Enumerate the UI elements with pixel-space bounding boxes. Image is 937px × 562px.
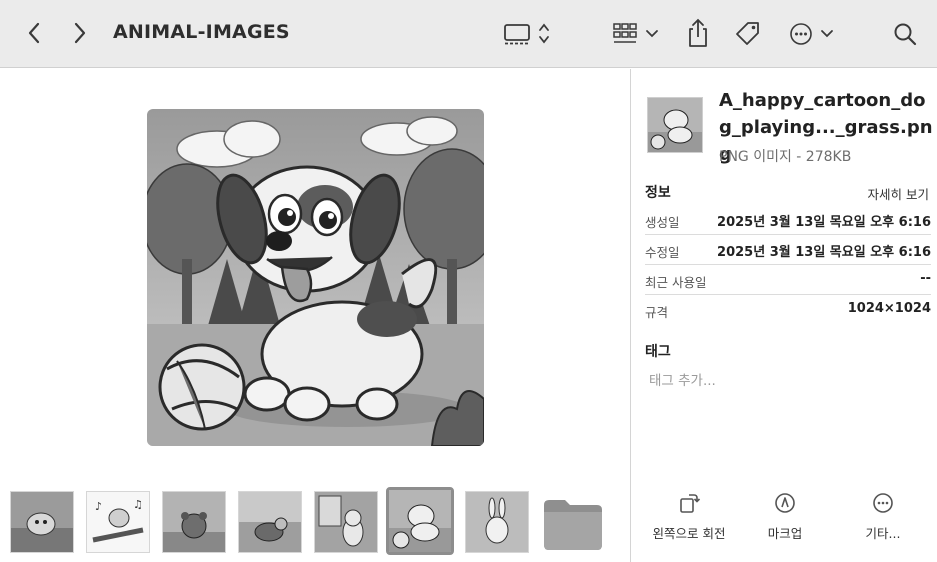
other-actions-button[interactable]: 기타... xyxy=(833,489,933,542)
turtle-thumbnail-image xyxy=(239,492,301,552)
info-heading: 정보 xyxy=(645,185,671,201)
info-value: 2025년 3월 13일 목요일 오후 6:16 xyxy=(717,215,931,230)
add-tag-field[interactable]: 태그 추가... xyxy=(649,369,716,389)
info-value: 1024×1024 xyxy=(847,301,931,316)
markup-icon xyxy=(775,493,795,513)
info-row-created: 생성일 2025년 3월 13일 목요일 오후 6:16 xyxy=(645,205,931,235)
folder-icon xyxy=(544,500,602,550)
thumbnail-cat-window[interactable] xyxy=(314,491,378,553)
info-key: 수정일 xyxy=(645,245,680,260)
info-value: -- xyxy=(920,271,931,286)
thumbnail-folder[interactable] xyxy=(541,491,605,553)
thumbnail-dog-ball-selected[interactable] xyxy=(386,487,454,555)
rotate-left-label: 왼쪽으로 회전 xyxy=(652,526,726,541)
info-key: 규격 xyxy=(645,305,669,320)
file-kind: PNG 이미지 - 278KB xyxy=(719,149,852,165)
tags-heading: 태그 xyxy=(645,344,671,360)
view-mode-button[interactable] xyxy=(500,18,556,50)
thumbnail-bear-palms[interactable] xyxy=(162,491,226,553)
bird-thumbnail-image: ♪ ♫ xyxy=(87,492,149,552)
dog-thumbnail-image xyxy=(389,490,451,552)
finder-toolbar: ANIMAL-IMAGES xyxy=(0,0,937,68)
bunny-thumbnail-image xyxy=(466,492,528,552)
share-button[interactable] xyxy=(682,16,714,50)
search-icon xyxy=(894,23,917,46)
info-key: 생성일 xyxy=(645,215,680,230)
gallery-main-area: ♪ ♫ xyxy=(0,69,630,562)
image-preview[interactable] xyxy=(147,109,484,446)
thumbnail-turtle-beach[interactable] xyxy=(238,491,302,553)
other-actions-label: 기타... xyxy=(865,526,901,541)
thumbnail-strip: ♪ ♫ xyxy=(0,487,630,557)
tag-icon xyxy=(736,22,759,45)
cat-thumbnail-image xyxy=(11,492,73,552)
tag-button[interactable] xyxy=(732,17,764,49)
info-row-last-opened: 최근 사용일 -- xyxy=(645,265,931,295)
file-thumbnail xyxy=(647,97,703,153)
info-row-modified: 수정일 2025년 3월 13일 목요일 오후 6:16 xyxy=(645,235,931,265)
chevron-left-icon xyxy=(28,22,40,44)
back-button[interactable] xyxy=(22,20,46,46)
more-actions-button[interactable] xyxy=(786,18,840,50)
cat-window-thumbnail-image xyxy=(315,492,377,552)
bear-thumbnail-image xyxy=(163,492,225,552)
thumbnail-bunny-garden[interactable] xyxy=(465,491,529,553)
folder-title: ANIMAL-IMAGES xyxy=(113,21,290,43)
svg-text:♪: ♪ xyxy=(95,500,102,513)
search-button[interactable] xyxy=(888,17,922,51)
chevron-right-icon xyxy=(74,22,86,44)
more-ellipsis-icon xyxy=(790,23,833,45)
inspector-panel: A_happy_cartoon_dog_playing..._grass.png… xyxy=(631,69,937,562)
markup-button[interactable]: 마크업 xyxy=(735,489,835,542)
gallery-view-icon xyxy=(504,23,549,45)
rotate-left-button[interactable]: 왼쪽으로 회전 xyxy=(639,489,739,542)
show-more-link[interactable]: 자세히 보기 xyxy=(868,184,929,203)
info-value: 2025년 3월 13일 목요일 오후 6:16 xyxy=(717,245,931,260)
thumbnail-cat-garden[interactable] xyxy=(10,491,74,553)
rotate-left-icon xyxy=(680,494,701,513)
group-grid-icon xyxy=(613,23,658,43)
svg-text:♫: ♫ xyxy=(133,498,143,511)
group-button[interactable] xyxy=(610,18,662,50)
info-row-dimensions: 규격 1024×1024 xyxy=(645,295,931,325)
info-key: 최근 사용일 xyxy=(645,275,707,290)
cartoon-dog-image xyxy=(147,109,484,446)
more-ellipsis-icon xyxy=(873,493,893,513)
thumbnail-bird-branch[interactable]: ♪ ♫ xyxy=(86,491,150,553)
markup-label: 마크업 xyxy=(767,526,803,541)
forward-button[interactable] xyxy=(68,20,92,46)
dog-file-thumbnail-image xyxy=(648,98,702,152)
share-icon xyxy=(689,18,707,47)
